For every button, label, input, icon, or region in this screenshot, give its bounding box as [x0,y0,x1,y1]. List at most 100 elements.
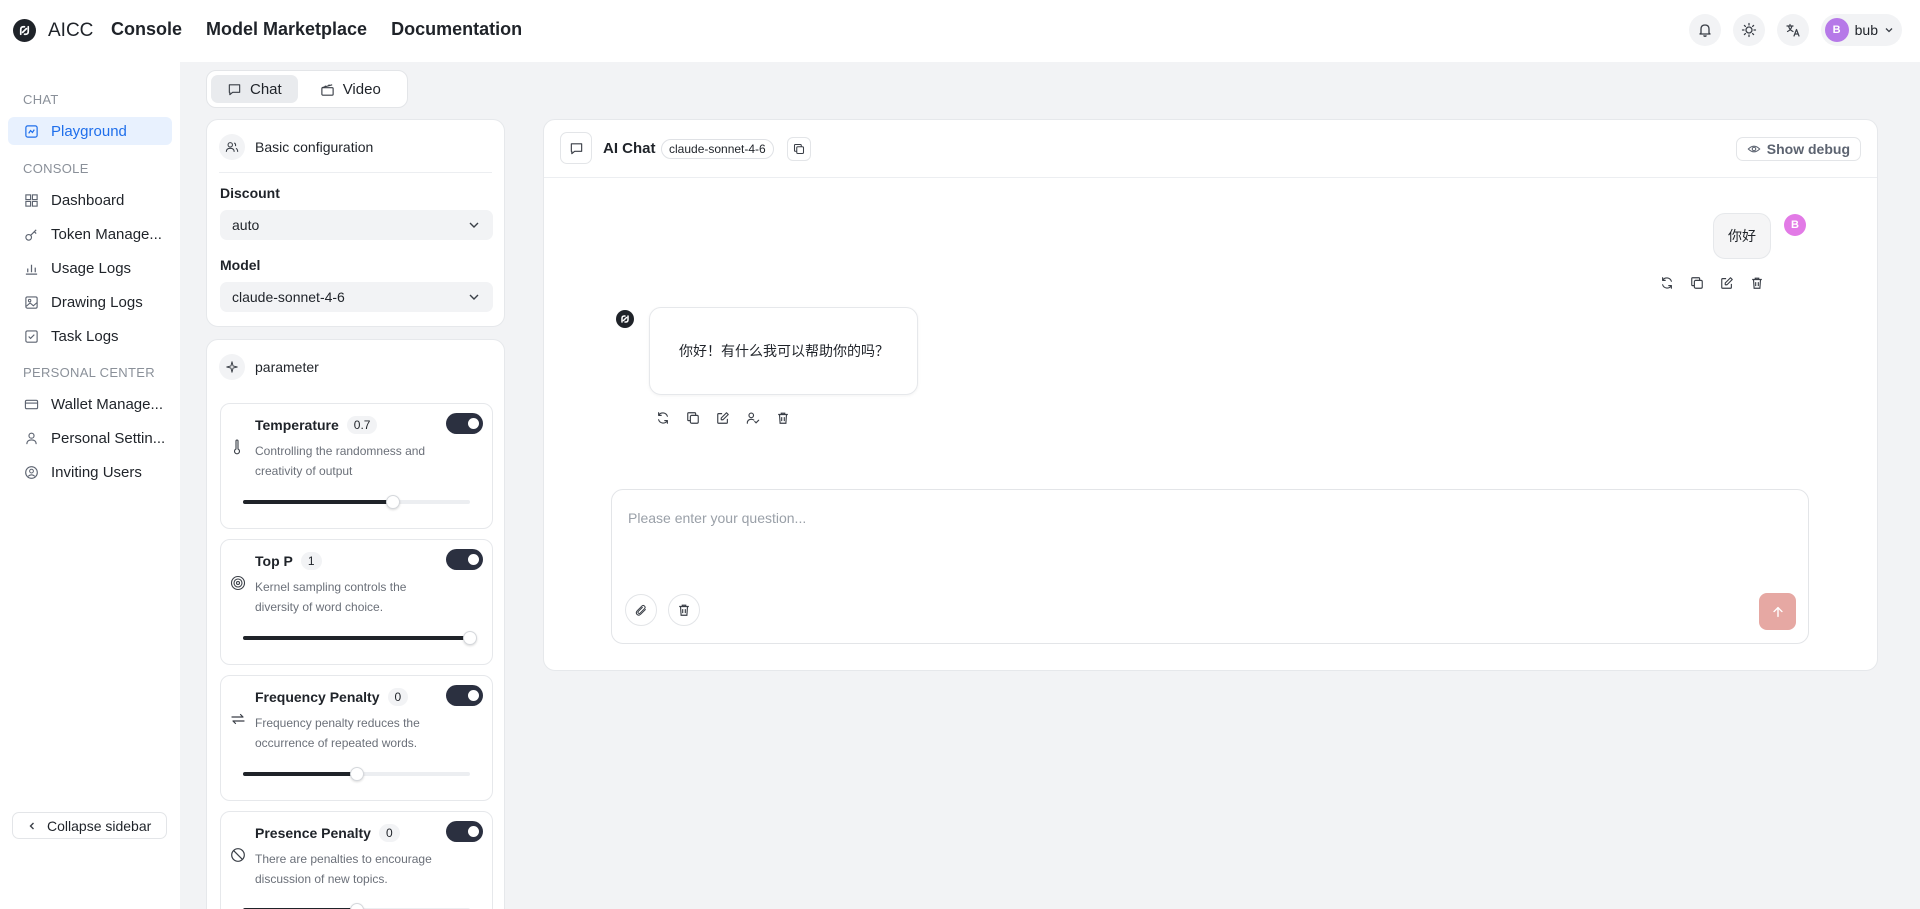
top-p-slider[interactable] [243,631,477,645]
mode-switch: Chat Video [206,70,408,108]
sidebar: CHAT Playground CONSOLE Dashboard Token … [0,62,180,909]
chat-icon [228,83,241,95]
eye-icon [1747,145,1761,153]
sidebar-item-label: Playground [51,122,127,140]
temperature-slider[interactable] [243,495,470,509]
repeat-icon [230,711,246,732]
basic-configuration-header: Basic configuration [219,120,492,173]
theme-toggle-button[interactable] [1732,14,1765,46]
section-label-console: CONSOLE [23,161,89,176]
brand-name: AICC [48,19,94,41]
tab-video[interactable]: Video [304,75,397,103]
edit-icon[interactable] [715,410,731,426]
arrow-up-icon [1772,606,1783,617]
slider-handle[interactable] [349,903,364,909]
model-value: claude-sonnet-4-6 [232,289,345,305]
chevron-left-icon [29,822,34,829]
wallet-icon [24,399,39,409]
top-p-toggle[interactable] [446,549,483,570]
assistant-message: 你好！有什么我可以帮助你的吗？ [649,307,918,395]
trash-icon[interactable] [775,410,791,426]
sidebar-item-wallet-management[interactable]: Wallet Manage... [8,390,172,418]
top-p-value-badge: 1 [300,552,322,570]
nav-console[interactable]: Console [111,19,182,40]
sidebar-item-token-management[interactable]: Token Manage... [8,220,172,248]
sidebar-item-inviting-users[interactable]: Inviting Users [8,458,172,486]
ban-icon [230,847,246,868]
presence-penalty-toggle[interactable] [446,821,483,842]
brand[interactable]: AICC [13,19,93,42]
nav-documentation[interactable]: Documentation [391,19,522,40]
model-select[interactable]: claude-sonnet-4-6 [220,282,493,312]
notifications-button[interactable] [1688,14,1721,46]
collapse-sidebar-label: Collapse sidebar [47,817,152,834]
sidebar-item-dashboard[interactable]: Dashboard [8,186,172,214]
paperclip-icon [635,604,646,616]
top-actions: B bub [1688,14,1902,46]
sidebar-item-label: Token Manage... [51,225,162,243]
refresh-icon[interactable] [655,410,671,426]
frequency-penalty-label: Frequency Penalty [255,689,380,705]
user-name: bub [1854,22,1878,38]
sidebar-item-playground[interactable]: Playground [8,117,172,145]
trash-icon[interactable] [1749,275,1765,291]
user-check-icon[interactable] [745,410,761,426]
slider-handle[interactable] [463,631,477,645]
user-menu[interactable]: B bub [1820,14,1902,46]
image-icon [25,295,38,309]
collapse-sidebar-button[interactable]: Collapse sidebar [12,812,167,839]
sidebar-item-label: Dashboard [51,191,125,209]
top-p-description: Kernel sampling controls the diversity o… [255,580,407,614]
send-button[interactable] [1759,593,1796,630]
dashboard-icon [25,193,38,207]
tab-chat[interactable]: Chat [211,75,298,103]
frequency-penalty-description: Frequency penalty reduces the occurrence… [255,716,420,750]
slider-handle[interactable] [385,495,400,509]
copy-icon [793,143,805,155]
attach-button[interactable] [625,594,657,626]
edit-icon[interactable] [1719,275,1735,291]
user-circle-icon [25,465,38,479]
question-input[interactable] [628,510,1728,526]
slider-handle[interactable] [349,767,364,781]
frequency-penalty-slider[interactable] [243,767,470,781]
chevron-down-icon [1885,28,1893,33]
user-icon [26,432,37,444]
nav-model-marketplace[interactable]: Model Marketplace [206,19,367,40]
temperature-title: Temperature 0.7 [255,416,378,434]
check-square-icon [25,329,38,343]
presence-penalty-description: There are penalties to encourage discuss… [255,852,432,886]
chat-header: AI Chat claude-sonnet-4-6 Show debug [544,120,1877,178]
frequency-penalty-value-badge: 0 [387,688,409,706]
bar-chart-icon [25,264,38,275]
sidebar-item-usage-logs[interactable]: Usage Logs [8,254,172,282]
model-label: Model [220,257,261,273]
bell-icon [1698,24,1711,37]
sidebar-item-personal-settings[interactable]: Personal Settin... [8,424,172,452]
frequency-penalty-title: Frequency Penalty 0 [255,688,409,706]
copy-icon[interactable] [685,410,701,426]
sidebar-item-drawing-logs[interactable]: Drawing Logs [8,288,172,316]
parameter-panel: parameter Temperature 0.7 Controlling th… [206,339,505,909]
chevron-down-icon [469,294,479,300]
discount-select[interactable]: auto [220,210,493,240]
bot-avatar-icon [616,310,634,328]
sidebar-item-label: Inviting Users [51,463,142,481]
language-button[interactable] [1776,14,1809,46]
sun-icon [1741,22,1756,38]
sidebar-item-task-logs[interactable]: Task Logs [8,322,172,350]
refresh-icon[interactable] [1659,275,1675,291]
slider-fill [243,772,357,776]
copy-icon[interactable] [1689,275,1705,291]
clear-button[interactable] [668,594,700,626]
users-icon [219,134,245,160]
show-debug-button[interactable]: Show debug [1735,137,1861,161]
panel-title: parameter [255,359,319,375]
frequency-penalty-toggle[interactable] [446,685,483,706]
translate-icon [1786,23,1800,37]
temperature-value-badge: 0.7 [346,416,378,434]
chat-title: AI Chat [603,140,656,157]
presence-penalty-card: Presence Penalty 0 There are penalties t… [220,811,493,909]
temperature-toggle[interactable] [446,413,483,434]
copy-button[interactable] [787,137,811,161]
